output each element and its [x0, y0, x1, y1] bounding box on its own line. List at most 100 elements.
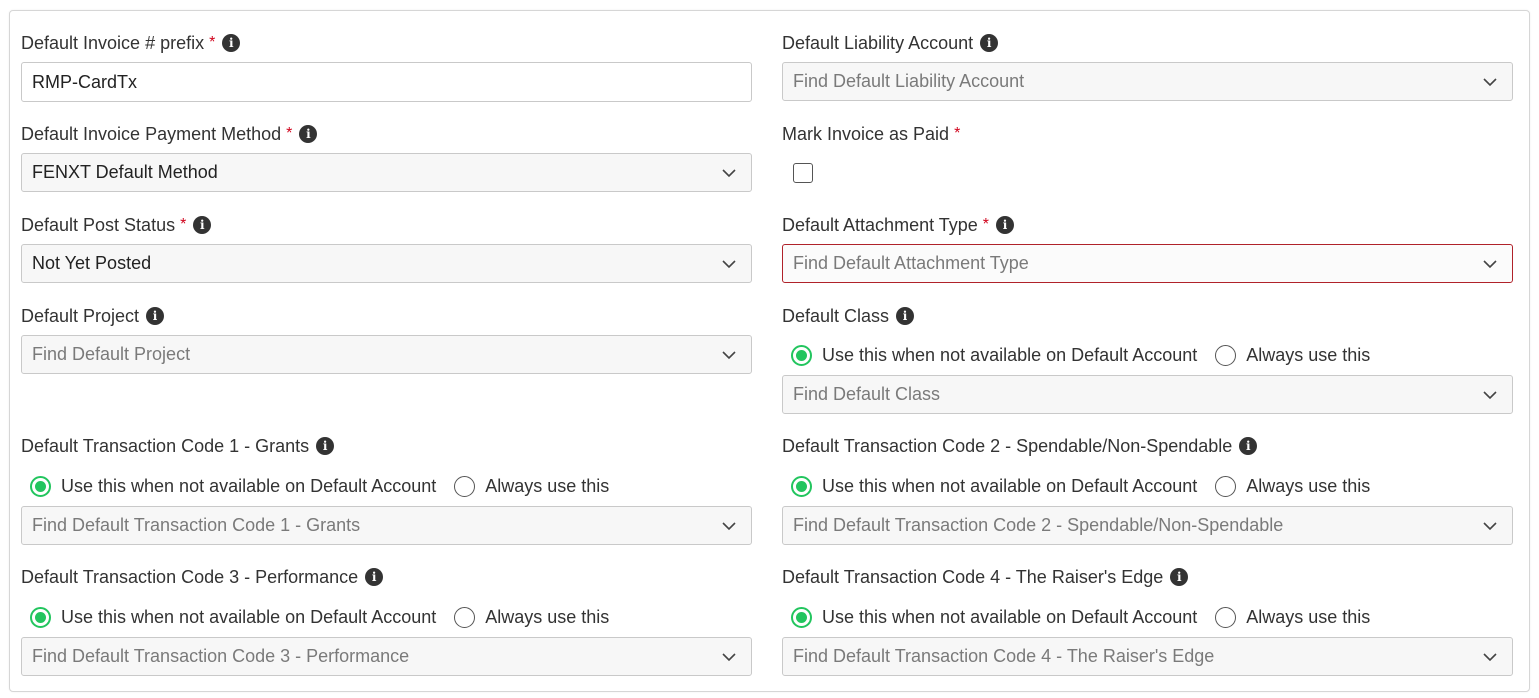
- radio-selected[interactable]: [30, 475, 51, 497]
- required-marker: *: [286, 125, 293, 142]
- radio-unselected[interactable]: [1215, 606, 1237, 628]
- chevron-down-icon: [722, 519, 736, 533]
- radio-label: Always use this: [485, 475, 610, 496]
- radio-selected[interactable]: [791, 606, 812, 628]
- class-select[interactable]: Find Default Class: [782, 375, 1513, 414]
- radio-label: Use this when not available on Default A…: [822, 475, 1198, 496]
- attachment-type-label: Default Attachment Type * i: [782, 213, 1015, 237]
- invoice-prefix-input[interactable]: RMP-CardTx: [21, 62, 752, 102]
- attachment-type-label-text: Default Attachment Type: [782, 215, 978, 235]
- required-marker: *: [982, 216, 990, 233]
- radio-label: Always use this: [485, 606, 610, 627]
- radio-label: Always use this: [1246, 344, 1371, 365]
- tx-code-2-select[interactable]: Find Default Transaction Code 2 - Spenda…: [782, 506, 1513, 545]
- info-icon[interactable]: i: [980, 34, 999, 52]
- post-status-label: Default Post Status * i: [21, 213, 212, 237]
- post-status-label-text: Default Post Status: [21, 215, 176, 235]
- attachment-type-placeholder: Find Default Attachment Type: [793, 253, 1029, 273]
- liability-account-placeholder: Find Default Liability Account: [793, 71, 1025, 91]
- tx-code-4-select[interactable]: Find Default Transaction Code 4 - The Ra…: [782, 637, 1513, 676]
- info-icon[interactable]: i: [1239, 437, 1258, 455]
- tx-code-4-radio-when-unavailable[interactable]: Use this when not available on Default A…: [791, 606, 1197, 628]
- info-icon[interactable]: i: [193, 216, 212, 234]
- payment-method-value: FENXT Default Method: [32, 162, 218, 182]
- tx-code-4-placeholder: Find Default Transaction Code 4 - The Ra…: [793, 646, 1215, 666]
- tx-code-1-select[interactable]: Find Default Transaction Code 1 - Grants: [21, 506, 752, 545]
- chevron-down-icon: [722, 348, 736, 362]
- project-placeholder: Find Default Project: [32, 344, 191, 364]
- tx-code-2-radio-always[interactable]: Always use this: [1215, 475, 1371, 497]
- info-icon[interactable]: i: [996, 216, 1015, 234]
- radio-unselected[interactable]: [1215, 475, 1237, 497]
- tx-code-3-radio-when-unavailable[interactable]: Use this when not available on Default A…: [30, 606, 437, 628]
- class-radio-group: Use this when not available on Default A…: [791, 342, 1370, 368]
- required-marker: *: [954, 125, 961, 142]
- tx-code-1-radio-when-unavailable[interactable]: Use this when not available on Default A…: [30, 475, 436, 497]
- tx-code-1-placeholder: Find Default Transaction Code 1 - Grants: [32, 515, 361, 535]
- tx-code-1-radio-always[interactable]: Always use this: [454, 475, 610, 497]
- post-status-select[interactable]: Not Yet Posted: [21, 244, 752, 283]
- liability-account-label-text: Default Liability Account: [782, 33, 974, 53]
- chevron-down-icon: [1483, 75, 1497, 89]
- post-status-value: Not Yet Posted: [32, 253, 152, 273]
- tx-code-3-radio-group: Use this when not available on Default A…: [30, 604, 609, 630]
- info-icon[interactable]: i: [365, 568, 384, 586]
- invoice-prefix-value: RMP-CardTx: [32, 72, 138, 92]
- tx-code-2-label-text: Default Transaction Code 2 - Spendable/N…: [782, 436, 1233, 456]
- attachment-type-select[interactable]: Find Default Attachment Type: [782, 244, 1513, 283]
- info-icon[interactable]: i: [222, 34, 241, 52]
- radio-selected[interactable]: [791, 344, 812, 366]
- radio-label: Always use this: [1246, 475, 1371, 496]
- tx-code-2-radio-group: Use this when not available on Default A…: [791, 473, 1370, 499]
- tx-code-4-radio-always[interactable]: Always use this: [1215, 606, 1371, 628]
- radio-label: Always use this: [1246, 606, 1371, 627]
- required-marker: *: [209, 34, 216, 51]
- chevron-down-icon: [1483, 257, 1497, 271]
- chevron-down-icon: [1483, 519, 1497, 533]
- tx-code-3-select[interactable]: Find Default Transaction Code 3 - Perfor…: [21, 637, 752, 676]
- project-select[interactable]: Find Default Project: [21, 335, 752, 374]
- tx-code-1-label-text: Default Transaction Code 1 - Grants: [21, 436, 310, 456]
- payment-method-select[interactable]: FENXT Default Method: [21, 153, 752, 192]
- tx-code-4-label-text: Default Transaction Code 4 - The Raiser'…: [782, 567, 1164, 587]
- chevron-down-icon: [1483, 388, 1497, 402]
- class-placeholder: Find Default Class: [793, 384, 941, 404]
- project-label: Default Project i: [21, 304, 165, 328]
- liability-account-select[interactable]: Find Default Liability Account: [782, 62, 1513, 101]
- radio-label: Use this when not available on Default A…: [61, 606, 437, 627]
- class-label-text: Default Class: [782, 306, 890, 326]
- tx-code-4-label: Default Transaction Code 4 - The Raiser'…: [782, 565, 1189, 589]
- tx-code-3-placeholder: Find Default Transaction Code 3 - Perfor…: [32, 646, 410, 666]
- class-label: Default Class i: [782, 304, 915, 328]
- mark-paid-label: Mark Invoice as Paid *: [782, 122, 960, 146]
- chevron-down-icon: [722, 257, 736, 271]
- info-icon[interactable]: i: [316, 437, 335, 455]
- radio-unselected[interactable]: [454, 475, 476, 497]
- tx-code-2-placeholder: Find Default Transaction Code 2 - Spenda…: [793, 515, 1284, 535]
- tx-code-2-radio-when-unavailable[interactable]: Use this when not available on Default A…: [791, 475, 1198, 497]
- chevron-down-icon: [722, 650, 736, 664]
- tx-code-2-label: Default Transaction Code 2 - Spendable/N…: [782, 434, 1258, 458]
- tx-code-3-label-text: Default Transaction Code 3 - Performance: [21, 567, 359, 587]
- chevron-down-icon: [1483, 650, 1497, 664]
- radio-label: Use this when not available on Default A…: [822, 344, 1198, 365]
- radio-unselected[interactable]: [1215, 344, 1237, 366]
- mark-paid-checkbox[interactable]: [793, 163, 813, 183]
- tx-code-1-label: Default Transaction Code 1 - Grants i: [21, 434, 335, 458]
- class-radio-when-unavailable[interactable]: Use this when not available on Default A…: [791, 344, 1198, 366]
- tx-code-3-label: Default Transaction Code 3 - Performance…: [21, 565, 384, 589]
- tx-code-4-radio-group: Use this when not available on Default A…: [791, 604, 1370, 630]
- invoice-prefix-label-text: Default Invoice # prefix: [21, 33, 205, 53]
- class-radio-always[interactable]: Always use this: [1215, 344, 1371, 366]
- info-icon[interactable]: i: [896, 307, 915, 325]
- info-icon[interactable]: i: [146, 307, 165, 325]
- radio-unselected[interactable]: [454, 606, 476, 628]
- tx-code-3-radio-always[interactable]: Always use this: [454, 606, 610, 628]
- radio-selected[interactable]: [30, 606, 51, 628]
- payment-method-label: Default Invoice Payment Method * i: [21, 122, 318, 146]
- project-label-text: Default Project: [21, 306, 140, 326]
- info-icon[interactable]: i: [299, 125, 318, 143]
- invoice-prefix-label: Default Invoice # prefix * i: [21, 31, 241, 55]
- info-icon[interactable]: i: [1170, 568, 1189, 586]
- radio-selected[interactable]: [791, 475, 812, 497]
